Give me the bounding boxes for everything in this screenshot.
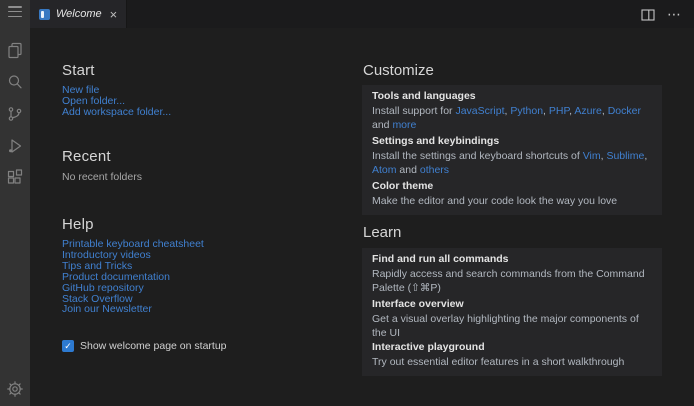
desc-text: Install support for — [372, 105, 455, 117]
menu-icon[interactable] — [8, 6, 22, 17]
card-title: Find and run all commands — [372, 253, 652, 266]
desc-text: , — [644, 150, 647, 162]
check-glyph: ✓ — [64, 340, 72, 352]
section-help: Help Printable keyboard cheatsheet Intro… — [62, 216, 204, 315]
desc-text: Install the settings and keyboard shortc… — [372, 150, 583, 162]
customize-title: Customize — [363, 62, 434, 79]
card-description: Rapidly access and search commands from … — [372, 268, 652, 295]
source-control-icon[interactable] — [6, 105, 24, 123]
card-description: Make the editor and your code look the w… — [372, 195, 652, 209]
card-title: Interactive playground — [372, 341, 652, 354]
learn-title: Learn — [363, 224, 401, 241]
link-product-documentation[interactable]: Product documentation — [62, 272, 204, 283]
welcome-preview-icon — [39, 9, 50, 20]
desc-text: and — [397, 164, 420, 176]
card-color-theme[interactable]: Color theme Make the editor and your cod… — [362, 175, 662, 215]
link-sublime[interactable]: Sublime — [606, 150, 644, 162]
run-debug-icon[interactable] — [6, 137, 24, 155]
recent-empty-text: No recent folders — [62, 171, 142, 183]
start-title: Start — [62, 62, 171, 79]
card-title: Interface overview — [372, 298, 652, 311]
link-azure[interactable]: Azure — [574, 105, 601, 117]
tab-label: Welcome — [56, 8, 102, 20]
section-recent: Recent No recent folders — [62, 148, 142, 183]
recent-title: Recent — [62, 148, 142, 165]
desc-text: and — [372, 119, 392, 131]
card-description: Install the settings and keyboard shortc… — [372, 150, 652, 177]
activity-bar — [0, 0, 30, 406]
help-title: Help — [62, 216, 204, 233]
tab-welcome[interactable]: Welcome × — [30, 0, 127, 28]
link-javascript[interactable]: JavaScript — [455, 105, 504, 117]
tab-bar: Welcome × ⋯ — [30, 0, 694, 28]
link-others[interactable]: others — [420, 164, 449, 176]
link-python[interactable]: Python — [510, 105, 543, 117]
card-title: Color theme — [372, 180, 652, 193]
link-add-workspace-folder[interactable]: Add workspace folder... — [62, 107, 171, 118]
link-docker[interactable]: Docker — [608, 105, 641, 117]
checkbox-checked-icon[interactable]: ✓ — [62, 340, 74, 352]
card-title: Settings and keybindings — [372, 135, 652, 148]
link-join-newsletter[interactable]: Join our Newsletter — [62, 304, 204, 315]
link-github-repository[interactable]: GitHub repository — [62, 283, 204, 294]
section-start: Start New file Open folder... Add worksp… — [62, 62, 171, 118]
link-php[interactable]: PHP — [549, 105, 569, 117]
show-welcome-checkbox-row[interactable]: ✓ Show welcome page on startup — [62, 340, 227, 352]
startup-option: ✓ Show welcome page on startup — [62, 340, 227, 352]
editor-actions: ⋯ — [641, 7, 694, 21]
link-atom[interactable]: Atom — [372, 164, 397, 176]
card-description: Install support for JavaScript, Python, … — [372, 105, 652, 132]
close-icon[interactable]: × — [110, 8, 118, 21]
settings-gear-icon[interactable] — [6, 380, 24, 398]
link-vim[interactable]: Vim — [583, 150, 601, 162]
card-description: Try out essential editor features in a s… — [372, 356, 652, 370]
card-interactive-playground[interactable]: Interactive playground Try out essential… — [362, 336, 662, 376]
split-editor-icon[interactable] — [641, 8, 655, 20]
files-icon[interactable] — [6, 41, 24, 59]
extensions-icon[interactable] — [6, 169, 24, 187]
search-icon[interactable] — [6, 73, 24, 91]
link-more[interactable]: more — [392, 119, 416, 131]
welcome-page: Start New file Open folder... Add worksp… — [30, 28, 694, 406]
card-title: Tools and languages — [372, 90, 652, 103]
show-welcome-label: Show welcome page on startup — [80, 340, 227, 352]
more-actions-icon[interactable]: ⋯ — [667, 7, 682, 21]
